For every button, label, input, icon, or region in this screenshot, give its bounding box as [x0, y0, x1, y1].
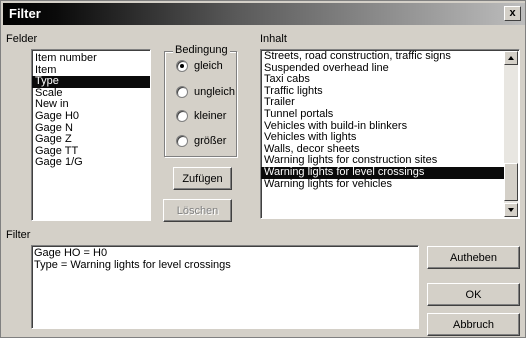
filter-text-area[interactable]: Gage HO = H0 Type = Warning lights for le…	[31, 245, 419, 329]
scroll-down-button[interactable]	[504, 203, 518, 217]
radio-dot-icon	[180, 64, 184, 68]
inhalt-list[interactable]: Streets, road construction, traffic sign…	[260, 49, 520, 219]
bedingung-label: Bedingung	[173, 44, 230, 57]
felder-item[interactable]: Item number	[32, 52, 150, 65]
arrow-up-icon	[508, 56, 514, 60]
radio-label: ungleich	[194, 86, 235, 98]
felder-item[interactable]: Gage 1/G	[32, 157, 150, 169]
inhalt-item[interactable]: Vehicles with lights	[261, 132, 504, 144]
radio-label: gleich	[194, 60, 223, 72]
felder-item[interactable]: Gage H0	[32, 110, 150, 123]
filter-line: Type = Warning lights for level crossing…	[34, 258, 231, 271]
scroll-thumb[interactable]	[504, 163, 518, 201]
filter-dialog: Filter x Felder Item number Item Type Scale…	[0, 0, 526, 338]
inhalt-item[interactable]: Streets, road construction, traffic sign…	[261, 50, 504, 63]
radio-circle-icon[interactable]	[176, 86, 188, 98]
cancel-button[interactable]: Abbruch	[427, 313, 520, 336]
add-button[interactable]: Zufügen	[173, 167, 232, 190]
felder-list[interactable]: Item number Item Type Scale New in Gage H0 Gag…	[31, 49, 151, 221]
arrow-down-icon	[508, 208, 514, 212]
inhalt-item[interactable]: Warning lights for level crossings	[261, 166, 504, 179]
ok-button[interactable]: OK	[427, 283, 520, 306]
radio-circle-icon[interactable]	[176, 110, 188, 122]
close-icon: x	[509, 7, 516, 19]
filter-line: Gage HO = H0	[34, 247, 108, 259]
inhalt-item[interactable]: Tunnel portals	[261, 108, 504, 121]
title-bar[interactable]: Filter x	[3, 3, 525, 25]
radio-label: kleiner	[194, 110, 227, 122]
reset-button[interactable]: Autheben	[427, 246, 520, 269]
felder-item[interactable]: Gage Z	[32, 134, 150, 146]
scroll-up-button[interactable]	[504, 51, 518, 65]
radio-label: größer	[194, 135, 227, 147]
inhalt-item[interactable]: Traffic lights	[261, 85, 504, 98]
radio-circle-icon[interactable]	[176, 135, 188, 147]
inhalt-label: Inhalt	[260, 33, 287, 45]
filter-label: Filter	[6, 229, 31, 241]
inhalt-scrollbar[interactable]	[504, 51, 518, 217]
felder-label: Felder	[6, 33, 38, 45]
delete-button[interactable]: Löschen	[163, 199, 232, 222]
close-button[interactable]: x	[504, 6, 521, 21]
radio-circle-icon[interactable]	[176, 60, 188, 72]
window-title: Filter	[9, 6, 41, 21]
inhalt-item[interactable]: Warning lights for vehicles	[261, 178, 504, 191]
